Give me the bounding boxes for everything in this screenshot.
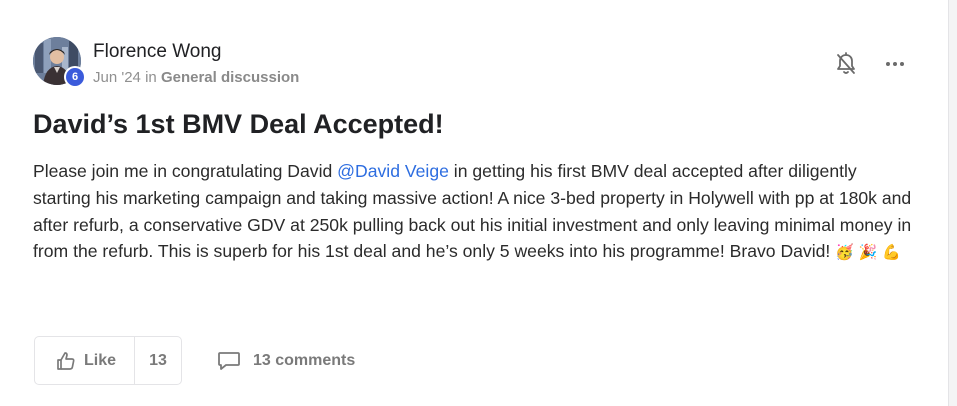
party-face-emoji: 🥳 xyxy=(835,244,854,262)
post-body: Please join me in congratulating David @… xyxy=(33,158,913,267)
post-card: 6 Florence Wong Jun '24 in General discu… xyxy=(0,0,949,406)
like-button[interactable]: Like xyxy=(35,337,135,384)
meta-in-word: in xyxy=(145,69,157,86)
like-label: Like xyxy=(84,351,117,369)
post-meta: Jun '24 in General discussion xyxy=(93,69,299,86)
comments-label: 13 comments xyxy=(253,352,356,369)
category-link[interactable]: General discussion xyxy=(161,69,299,86)
like-count[interactable]: 13 xyxy=(135,337,181,384)
post-title: David’s 1st BMV Deal Accepted! xyxy=(33,109,444,139)
mention-link[interactable]: @David Veige xyxy=(337,161,449,181)
like-control: Like 13 xyxy=(34,336,182,385)
party-popper-emoji: 🎉 xyxy=(858,244,878,262)
comment-bubble-icon xyxy=(218,352,240,370)
thumbs-up-icon xyxy=(57,351,75,370)
level-badge: 6 xyxy=(64,66,86,88)
more-horizontal-icon xyxy=(886,62,904,66)
bell-off-icon[interactable] xyxy=(832,50,860,78)
more-options-button[interactable] xyxy=(880,50,910,78)
comments-button[interactable]: 13 comments xyxy=(217,348,355,374)
author-name[interactable]: Florence Wong xyxy=(93,41,222,63)
post-date: Jun '24 xyxy=(93,69,141,86)
flexed-biceps-emoji: 💪 xyxy=(882,244,902,262)
body-text-start: Please join me in congratulating David xyxy=(33,161,338,181)
